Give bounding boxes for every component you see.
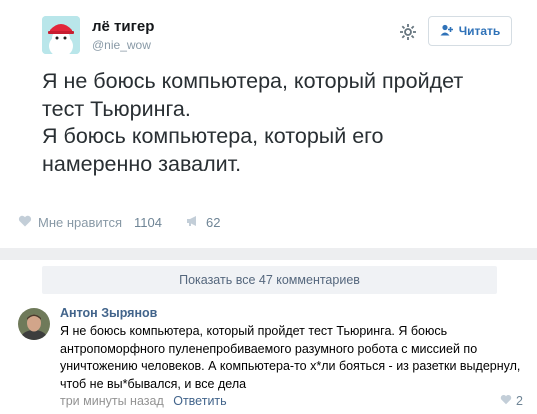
comment-author[interactable]: Антон Зырянов	[60, 306, 157, 320]
like-label: Мне нравится	[38, 215, 123, 230]
share-button[interactable]: 62	[186, 215, 220, 230]
comment-text: Я не боюсь компьютера, который пройдет т…	[60, 324, 521, 391]
tweet-text: Я не боюсь компьютера, который пройдет т…	[42, 69, 464, 176]
like-button[interactable]: Мне нравится 1104	[18, 215, 162, 230]
author-name[interactable]: лё тигер	[92, 18, 154, 35]
post-actions: Мне нравится 1104 62	[18, 215, 220, 230]
author-avatar[interactable]	[42, 16, 80, 54]
follow-person-icon	[440, 24, 454, 39]
section-separator	[0, 248, 537, 260]
follow-button[interactable]: Читать	[428, 16, 512, 46]
comment-like-count: 2	[516, 394, 523, 408]
like-count: 1104	[134, 215, 162, 230]
comments-section: Показать все 47 комментариев Антон Зырян…	[0, 260, 537, 414]
share-count: 62	[205, 215, 221, 230]
comment-time[interactable]: три минуты назад	[60, 394, 164, 408]
author-handle[interactable]: @nie_wow	[92, 38, 151, 52]
heart-icon	[18, 215, 32, 230]
megaphone-icon	[186, 215, 200, 230]
like-icon	[500, 394, 512, 408]
avatar[interactable]	[18, 308, 50, 340]
tweet-card: лё тигер @nie_wow Читать Я не боюсь комп…	[0, 0, 537, 248]
show-all-comments-button[interactable]: Показать все 47 комментариев	[42, 266, 497, 294]
gear-icon[interactable]	[398, 22, 418, 42]
reply-button[interactable]: Ответить	[173, 394, 226, 408]
follow-label: Читать	[458, 24, 501, 38]
comment-like-button[interactable]: 2	[500, 394, 523, 408]
comment-meta: три минуты назад Ответить	[60, 394, 227, 408]
